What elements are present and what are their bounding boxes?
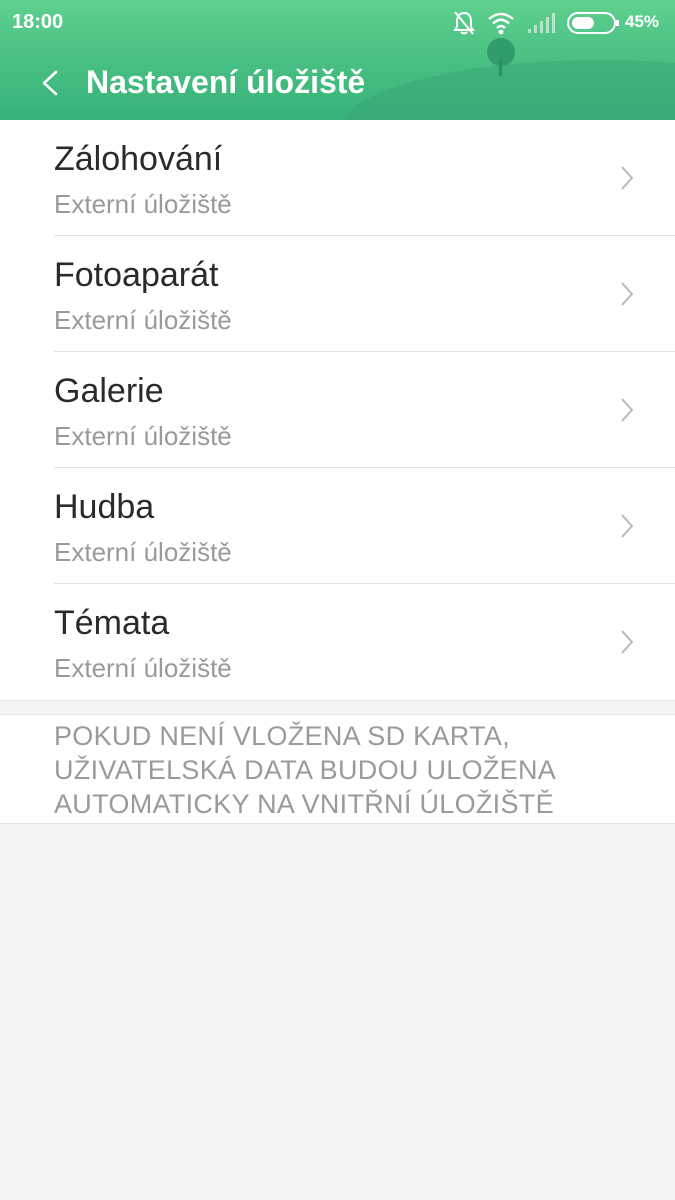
list-item-title: Fotoaparát: [54, 256, 219, 294]
header-hill-decoration: [340, 60, 675, 120]
list-item-title: Zálohování: [54, 140, 223, 178]
back-button[interactable]: [34, 64, 70, 102]
list-item-zalohovani[interactable]: Zálohování Externí úložiště: [0, 120, 675, 236]
list-item-subtitle: Externí úložiště: [54, 653, 232, 683]
list-item-temata[interactable]: Témata Externí úložiště: [0, 584, 675, 700]
list-item-subtitle: Externí úložiště: [54, 537, 232, 567]
chevron-right-icon: [621, 166, 634, 190]
list-item-subtitle: Externí úložiště: [54, 421, 232, 451]
chevron-left-icon: [42, 70, 58, 96]
list-item-title: Galerie: [54, 372, 164, 410]
battery-icon: [567, 12, 619, 39]
chevron-right-icon: [621, 282, 634, 306]
note-line: AUTOMATICKY NA VNITŘNÍ ÚLOŽIŠTĚ: [54, 789, 554, 819]
note-line: UŽIVATELSKÁ DATA BUDOU ULOŽENA: [54, 755, 557, 785]
status-bar: 18:00 45%: [0, 0, 675, 46]
chevron-right-icon: [621, 398, 634, 422]
list-item-title: Témata: [54, 604, 170, 642]
signal-icon: [527, 13, 557, 38]
app-header: 18:00 45% Nastavení úložiště: [0, 0, 675, 120]
page-title: Nastavení úložiště: [86, 64, 366, 100]
wifi-icon: [487, 11, 515, 40]
status-time: 18:00: [12, 11, 64, 33]
list-item-hudba[interactable]: Hudba Externí úložiště: [0, 468, 675, 584]
storage-settings-list: Zálohování Externí úložiště Fotoaparát E…: [0, 120, 675, 700]
bell-muted-icon: [452, 10, 476, 41]
list-item-galerie[interactable]: Galerie Externí úložiště: [0, 352, 675, 468]
list-item-subtitle: Externí úložiště: [54, 305, 232, 335]
list-item-subtitle: Externí úložiště: [54, 189, 232, 219]
chevron-right-icon: [621, 514, 634, 538]
battery-percent: 45%: [625, 12, 660, 31]
chevron-right-icon: [621, 630, 634, 654]
list-item-fotoaparat[interactable]: Fotoaparát Externí úložiště: [0, 236, 675, 352]
tree-trunk-decoration: [499, 58, 502, 76]
section-gap: [0, 700, 675, 714]
note-line: POKUD NENÍ VLOŽENA SD KARTA,: [54, 721, 511, 751]
sd-card-note: POKUD NENÍ VLOŽENA SD KARTA, UŽIVATELSKÁ…: [0, 714, 675, 824]
list-item-title: Hudba: [54, 488, 155, 526]
